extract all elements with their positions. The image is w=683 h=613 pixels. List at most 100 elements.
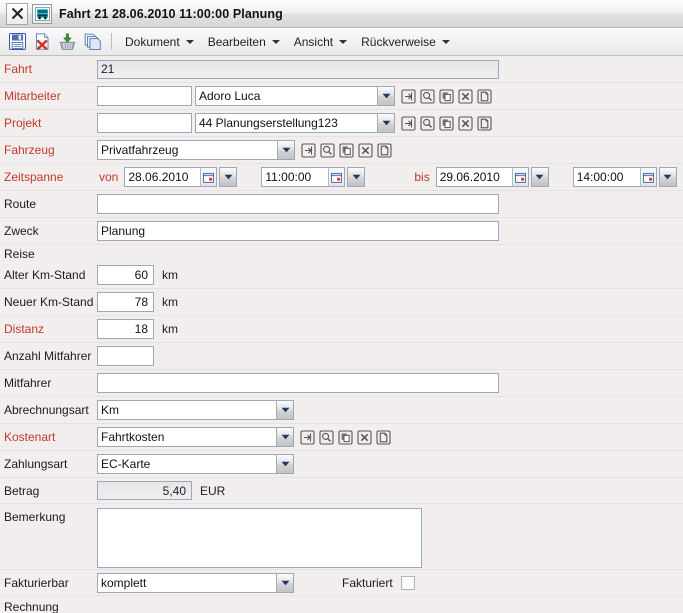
projekt-input[interactable] xyxy=(196,114,377,132)
chevron-down-icon[interactable] xyxy=(276,428,293,446)
copy-paste-icon[interactable] xyxy=(338,142,355,159)
kostenart-combo[interactable] xyxy=(97,427,294,447)
fahrt-input[interactable] xyxy=(97,60,499,79)
kostenart-input[interactable] xyxy=(98,428,276,446)
von-zeit-input[interactable] xyxy=(262,168,328,186)
von-datum-input[interactable] xyxy=(125,168,200,186)
window-titlebar: Fahrt 21 28.06.2010 11:00:00 Planung xyxy=(0,0,683,28)
row-zweck: Zweck xyxy=(0,218,683,245)
bis-zeit-input[interactable] xyxy=(574,168,640,186)
new-document-icon[interactable] xyxy=(375,429,392,446)
calendar-icon[interactable] xyxy=(512,168,528,186)
alter-km-input[interactable] xyxy=(97,265,154,285)
label-fakturiert: Fakturiert xyxy=(342,576,393,590)
von-zeit-picker[interactable] xyxy=(261,167,365,187)
von-datum-picker[interactable] xyxy=(124,167,237,187)
chevron-down-icon[interactable] xyxy=(377,114,394,132)
chevron-down-icon[interactable] xyxy=(276,455,293,473)
projekt-actions xyxy=(400,115,495,132)
bus-icon xyxy=(32,4,52,24)
goto-record-icon[interactable] xyxy=(299,429,316,446)
zweck-input[interactable] xyxy=(97,221,499,241)
distanz-input[interactable] xyxy=(97,319,154,339)
fakturiert-checkbox[interactable] xyxy=(401,576,415,590)
chevron-down-icon[interactable] xyxy=(276,574,293,592)
goto-record-icon[interactable] xyxy=(400,88,417,105)
mitarbeiter-code-input[interactable] xyxy=(97,86,192,106)
projekt-combo[interactable] xyxy=(195,113,395,133)
row-zeitspanne: Zeitspanne von xyxy=(0,164,683,191)
label-zeitspanne: Zeitspanne xyxy=(4,170,94,184)
chevron-down-icon[interactable] xyxy=(659,167,677,187)
calendar-icon[interactable] xyxy=(200,168,216,186)
mitarbeiter-input[interactable] xyxy=(196,87,377,105)
fahrzeug-actions xyxy=(300,142,395,159)
menu-rueckverweise[interactable]: Rückverweise xyxy=(356,33,457,51)
chevron-down-icon[interactable] xyxy=(219,167,237,187)
clear-icon[interactable] xyxy=(357,142,374,159)
new-document-icon[interactable] xyxy=(476,115,493,132)
search-icon[interactable] xyxy=(419,115,436,132)
unit-eur: EUR xyxy=(200,484,225,498)
menu-ansicht[interactable]: Ansicht xyxy=(289,33,354,51)
neuer-km-input[interactable] xyxy=(97,292,154,312)
row-anzahl-mitfahrer: Anzahl Mitfahrer xyxy=(0,343,683,370)
chevron-down-icon[interactable] xyxy=(277,141,294,159)
projekt-code-input[interactable] xyxy=(97,113,192,133)
label-fakturierbar: Fakturierbar xyxy=(4,576,94,590)
new-document-icon[interactable] xyxy=(476,88,493,105)
label-distanz: Distanz xyxy=(4,322,94,336)
chevron-down-icon[interactable] xyxy=(377,87,394,105)
betrag-input[interactable] xyxy=(97,481,192,500)
abrechnungsart-combo[interactable] xyxy=(97,400,294,420)
menu-dokument[interactable]: Dokument xyxy=(120,33,201,51)
copy-paste-icon[interactable] xyxy=(438,115,455,132)
chevron-down-icon[interactable] xyxy=(531,167,549,187)
close-window-button[interactable] xyxy=(6,3,28,25)
new-document-icon[interactable] xyxy=(376,142,393,159)
menu-bearbeiten[interactable]: Bearbeiten xyxy=(203,33,287,51)
clear-icon[interactable] xyxy=(356,429,373,446)
fahrzeug-combo[interactable] xyxy=(97,140,295,160)
mitfahrer-input[interactable] xyxy=(97,373,499,393)
label-reise: Reise xyxy=(4,247,94,261)
row-betrag: Betrag EUR xyxy=(0,478,683,504)
mitarbeiter-combo[interactable] xyxy=(195,86,395,106)
clear-icon[interactable] xyxy=(457,88,474,105)
bis-datum-input[interactable] xyxy=(437,168,512,186)
bis-zeit-picker[interactable] xyxy=(573,167,677,187)
abrechnungsart-input[interactable] xyxy=(98,401,276,419)
calendar-icon[interactable] xyxy=(640,168,656,186)
fakturierbar-input[interactable] xyxy=(98,574,276,592)
bis-datum-picker[interactable] xyxy=(436,167,549,187)
calendar-icon[interactable] xyxy=(328,168,344,186)
copy-icon[interactable] xyxy=(81,31,103,53)
route-input[interactable] xyxy=(97,194,499,214)
label-zahlungsart: Zahlungsart xyxy=(4,457,94,471)
copy-paste-icon[interactable] xyxy=(337,429,354,446)
toolbar-divider xyxy=(111,33,112,50)
fakturierbar-combo[interactable] xyxy=(97,573,294,593)
goto-record-icon[interactable] xyxy=(400,115,417,132)
clear-icon[interactable] xyxy=(457,115,474,132)
search-icon[interactable] xyxy=(419,88,436,105)
bemerkung-textarea[interactable] xyxy=(97,508,422,568)
chevron-down-icon[interactable] xyxy=(347,167,365,187)
row-mitarbeiter: Mitarbeiter xyxy=(0,83,683,110)
unit-km: km xyxy=(162,295,178,309)
search-icon[interactable] xyxy=(318,429,335,446)
menu-dokument-label: Dokument xyxy=(125,35,180,49)
goto-record-icon[interactable] xyxy=(300,142,317,159)
anzahl-mitfahrer-input[interactable] xyxy=(97,346,154,366)
fahrzeug-input[interactable] xyxy=(98,141,277,159)
zahlungsart-input[interactable] xyxy=(98,455,276,473)
copy-paste-icon[interactable] xyxy=(438,88,455,105)
row-alter-km: Alter Km-Stand km xyxy=(0,262,683,289)
zahlungsart-combo[interactable] xyxy=(97,454,294,474)
delete-document-icon[interactable] xyxy=(31,31,53,53)
chevron-down-icon[interactable] xyxy=(276,401,293,419)
save-icon[interactable] xyxy=(6,31,28,53)
basket-import-icon[interactable] xyxy=(56,31,78,53)
label-bis: bis xyxy=(414,170,429,184)
search-icon[interactable] xyxy=(319,142,336,159)
